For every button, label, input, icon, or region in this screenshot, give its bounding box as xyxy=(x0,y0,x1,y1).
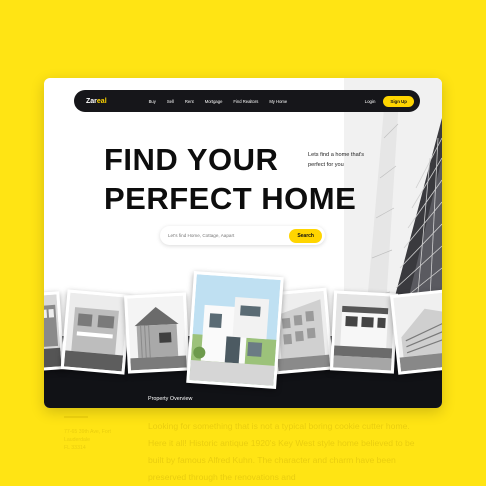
nav-item-sell[interactable]: Sell xyxy=(167,99,174,104)
search-button[interactable]: Search xyxy=(289,228,322,243)
nav-menu: Buy Sell Rent Mortgage Find Realtors My … xyxy=(149,99,288,104)
property-photo-7[interactable] xyxy=(389,289,442,375)
brand-logo[interactable]: Zareal xyxy=(86,98,107,105)
reflection-address-line-2: Lauderdale xyxy=(64,437,90,443)
hero-tagline: Lets find a home that's perfect for you xyxy=(308,152,365,168)
nav-item-my-home[interactable]: My Home xyxy=(269,99,287,104)
login-link[interactable]: Login xyxy=(365,99,376,104)
reflection-address-line-3: FL 33314 xyxy=(64,445,86,451)
nav-item-mortgage[interactable]: Mortgage xyxy=(205,99,223,104)
reflection-address-line-1: 77-65 39th Ave, Fort xyxy=(64,429,111,435)
page-reflection: 77-65 39th Ave, Fort Lauderdale FL 33314… xyxy=(62,416,422,486)
reflection-paragraph: Looking for something that is not a typi… xyxy=(148,421,415,482)
property-photo-3[interactable] xyxy=(124,292,190,374)
reflection-divider xyxy=(64,416,88,418)
search-input[interactable] xyxy=(168,233,278,238)
nav-item-find-realtors[interactable]: Find Realtors xyxy=(233,99,258,104)
property-overview-label: Property Overview xyxy=(148,396,193,402)
nav-item-rent[interactable]: Rent xyxy=(185,99,194,104)
logo-text: Zar xyxy=(86,97,97,105)
signup-button[interactable]: Sign Up xyxy=(383,95,414,107)
property-photo-featured[interactable] xyxy=(186,270,284,390)
logo-accent-text: eal xyxy=(96,97,107,105)
reflection-address: 77-65 39th Ave, Fort Lauderdale FL 33314 xyxy=(64,428,111,452)
top-navbar: Zareal Buy Sell Rent Mortgage Find Realt… xyxy=(74,90,420,112)
search-bar: Search xyxy=(160,226,325,245)
hero-title-line-2: PERFECT HOME xyxy=(104,181,357,216)
property-photo-6[interactable] xyxy=(329,290,399,374)
nav-item-buy[interactable]: Buy xyxy=(149,99,156,104)
landing-page-card: Zareal Buy Sell Rent Mortgage Find Realt… xyxy=(44,78,442,408)
property-photo-2[interactable] xyxy=(60,289,132,375)
